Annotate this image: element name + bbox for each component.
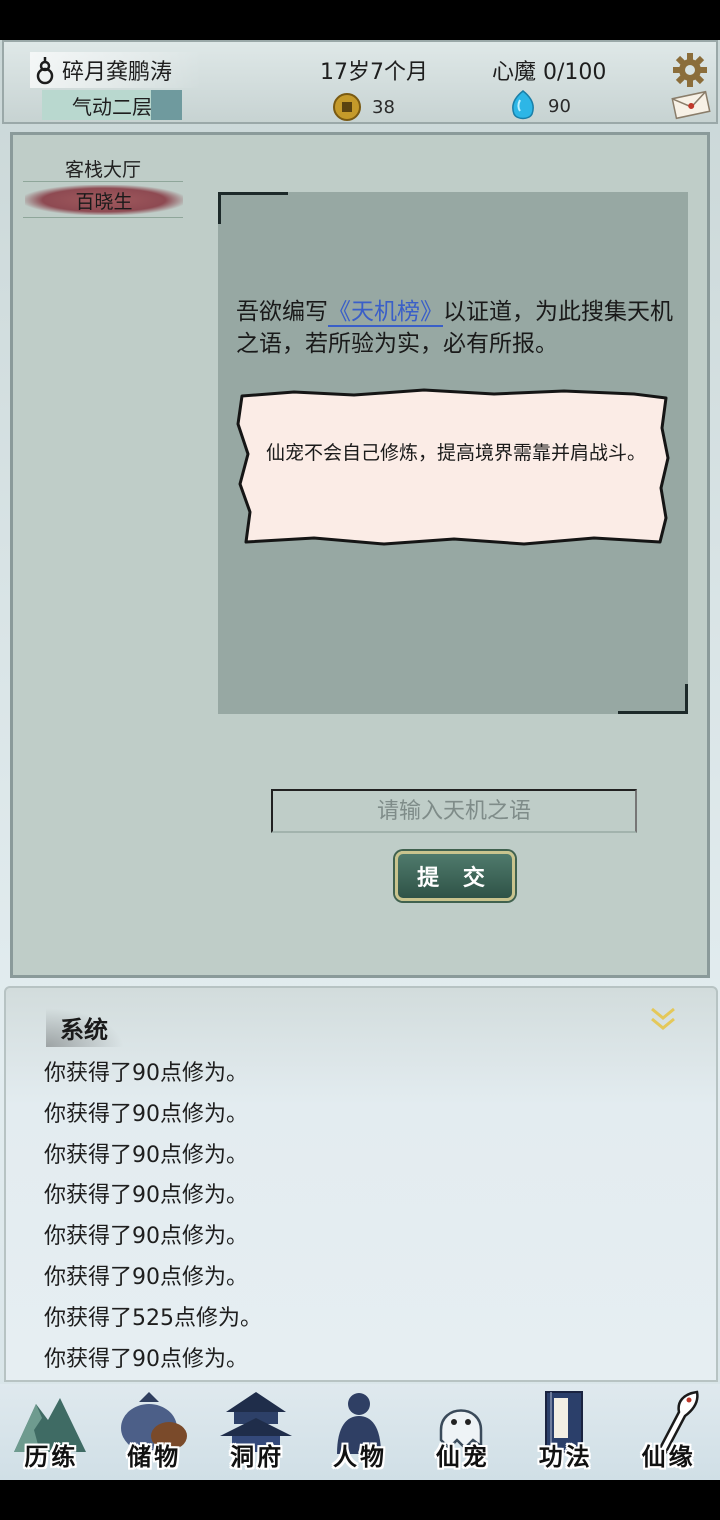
submit-button[interactable]: 提 交 [395, 851, 515, 901]
spirit-stone-icon [512, 90, 534, 120]
log-lines: 你获得了90点修为。 你获得了90点修为。 你获得了90点修为。 你获得了90点… [44, 1054, 684, 1380]
system-log-panel[interactable]: 系统 你获得了90点修为。 你获得了90点修为。 你获得了90点修为。 你获得了… [4, 986, 718, 1382]
bottom-nav: 历练 储物 洞府 人物 仙宠 功法 仙缘 [0, 1384, 720, 1480]
spirit-stone-counter: 90 [510, 90, 571, 122]
dialog-text-before: 吾欲编写 [236, 299, 328, 325]
gourd-icon [36, 57, 54, 85]
nav-tab-pet[interactable]: 仙宠 [411, 1384, 514, 1480]
nav-label: 仙缘 [641, 1442, 696, 1471]
nav-tab-training[interactable]: 历练 [0, 1384, 103, 1480]
log-line: 你获得了90点修为。 [44, 1101, 248, 1127]
location-name: 客栈大厅 [64, 159, 141, 181]
main-panel: 客栈大厅 百晓生 吾欲编写《天机榜》以证道，为此搜集天机之语，若所验为实，必有所… [10, 132, 710, 978]
player-name-box[interactable]: 碎月龚鹏涛 [30, 52, 202, 88]
frame-corner [618, 684, 688, 714]
nav-tab-cave[interactable]: 洞府 [206, 1384, 309, 1480]
nav-label: 洞府 [230, 1442, 285, 1471]
dialog-text: 吾欲编写《天机榜》以证道，为此搜集天机之语，若所验为实，必有所报。 [236, 296, 676, 360]
tip-text: 仙宠不会自己修炼，提高境界需靠并肩战斗。 [266, 442, 647, 464]
spirit-stone-value: 90 [548, 95, 571, 117]
log-line: 你获得了90点修为。 [44, 1224, 248, 1250]
divider [23, 181, 183, 182]
chevron-down-icon[interactable] [648, 1004, 678, 1034]
game-screen: 碎月龚鹏涛 气动二层 17岁7个月 心魔 0/100 38 90 客栈大厅 百晓… [0, 0, 720, 1520]
coin-icon [333, 93, 361, 121]
nav-label: 仙宠 [435, 1442, 490, 1471]
tip-paper: 仙宠不会自己修炼，提高境界需靠并肩战斗。 [234, 388, 670, 546]
nav-label: 储物 [127, 1442, 182, 1471]
log-line: 你获得了90点修为。 [44, 1142, 248, 1168]
player-header: 碎月龚鹏涛 气动二层 17岁7个月 心魔 0/100 38 90 [2, 40, 718, 124]
status-bar [0, 0, 720, 40]
log-line: 你获得了90点修为。 [44, 1183, 248, 1209]
tianji-input[interactable] [271, 789, 637, 833]
gear-icon[interactable] [672, 52, 708, 88]
npc-dialog: 吾欲编写《天机榜》以证道，为此搜集天机之语，若所验为实，必有所报。 仙宠不会自己… [218, 192, 688, 714]
heart-demon-value: 心魔 0/100 [492, 60, 607, 85]
log-line: 你获得了90点修为。 [44, 1264, 248, 1290]
player-age: 17岁7个月 [320, 60, 428, 85]
realm-badge: 气动二层 [42, 90, 182, 120]
nav-tab-storage[interactable]: 储物 [103, 1384, 206, 1480]
nav-tab-fortune[interactable]: 仙缘 [617, 1384, 720, 1480]
nav-label: 功法 [538, 1442, 593, 1471]
player-name: 碎月龚鹏涛 [62, 60, 173, 85]
npc-tag[interactable]: 百晓生 [25, 185, 183, 215]
nav-label: 人物 [333, 1442, 387, 1471]
divider [23, 217, 183, 218]
coin-value: 38 [372, 96, 395, 118]
coin-counter: 38 [332, 92, 395, 122]
log-line: 你获得了525点修为。 [44, 1305, 262, 1331]
nav-label: 历练 [24, 1442, 79, 1471]
torn-paper-shape [236, 388, 670, 546]
system-nav-bar [0, 1480, 720, 1520]
log-line: 你获得了90点修为。 [44, 1346, 248, 1372]
letter-icon[interactable] [670, 90, 712, 120]
tianji-list-link[interactable]: 《天机榜》 [328, 299, 443, 327]
frame-corner [218, 192, 288, 224]
nav-tab-techniques[interactable]: 功法 [514, 1384, 617, 1480]
nav-tab-character[interactable]: 人物 [309, 1384, 412, 1480]
log-title: 系统 [46, 1008, 124, 1047]
log-line: 你获得了90点修为。 [44, 1061, 248, 1086]
